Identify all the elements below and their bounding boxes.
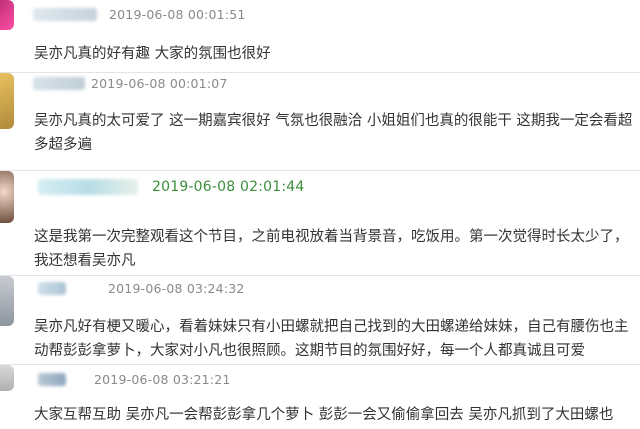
- comment-timestamp: 2019-06-08 02:01:44: [152, 179, 305, 195]
- comment-item: 2019-06-08 00:01:51 吴亦凡真的好有趣 大家的氛围也很好: [0, 0, 640, 79]
- comment-timestamp: 2019-06-08 00:01:51: [109, 7, 246, 22]
- blurred-username[interactable]: [38, 373, 66, 386]
- blurred-username[interactable]: [38, 282, 66, 295]
- comment-item: 2019-06-08 03:21:21 大家互帮互助 吴亦凡一会帮彭彭拿几个萝卜…: [0, 365, 640, 429]
- avatar[interactable]: [0, 365, 14, 391]
- comment-feed: { "comments": [ { "timestamp": "2019-06-…: [0, 0, 640, 429]
- comment-meta: 2019-06-08 00:01:07: [33, 76, 228, 91]
- comment-text: 大家互帮互助 吴亦凡一会帮彭彭拿几个萝卜 彭彭一会又偷偷拿回去 吴亦凡抓到了大田…: [34, 407, 614, 423]
- blurred-username[interactable]: [33, 77, 85, 90]
- comment-meta: 2019-06-08 03:21:21: [38, 372, 231, 387]
- comment-text: 吴亦凡好有梗又暖心，看着妹妹只有小田螺就把自己找到的大田螺递给妹妹，自己有腰伤也…: [34, 319, 629, 359]
- comment-timestamp: 2019-06-08 00:01:07: [91, 76, 228, 91]
- comment-meta: 2019-06-08 02:01:44: [38, 179, 305, 195]
- comment-text: 这是我第一次完整观看这个节目，之前电视放着当背景音，吃饭用。第一次觉得时长太少了…: [34, 229, 629, 269]
- avatar[interactable]: [0, 73, 14, 129]
- comment-timestamp: 2019-06-08 03:21:21: [94, 372, 231, 387]
- avatar[interactable]: [0, 0, 14, 30]
- avatar[interactable]: [0, 171, 14, 223]
- blurred-username[interactable]: [33, 8, 97, 21]
- comment-text: 吴亦凡真的好有趣 大家的氛围也很好: [34, 46, 271, 62]
- comment-timestamp: 2019-06-08 03:24:32: [108, 281, 245, 296]
- comment-item: 2019-06-08 00:01:07 吴亦凡真的太可爱了 这一期嘉宾很好 气氛…: [0, 73, 640, 169]
- comment-item: 2019-06-08 03:24:32 吴亦凡好有梗又暖心，看着妹妹只有小田螺就…: [0, 276, 640, 363]
- blurred-username[interactable]: [38, 179, 138, 195]
- comment-meta: 2019-06-08 00:01:51: [33, 7, 246, 22]
- comment-meta: 2019-06-08 03:24:32: [38, 281, 245, 296]
- avatar[interactable]: [0, 276, 14, 326]
- comment-item: 2019-06-08 02:01:44 这是我第一次完整观看这个节目，之前电视放…: [0, 171, 640, 274]
- comment-text: 吴亦凡真的太可爱了 这一期嘉宾很好 气氛也很融洽 小姐姐们也真的很能干 这期我一…: [34, 113, 633, 153]
